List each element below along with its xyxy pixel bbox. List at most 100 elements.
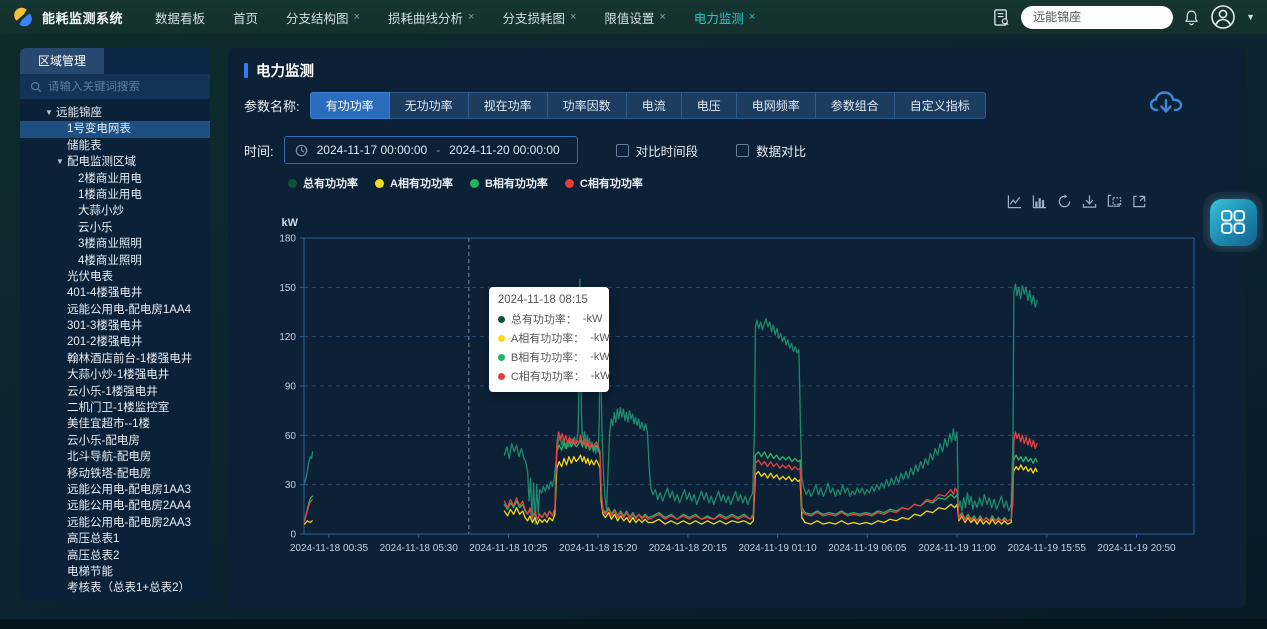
- x-tick-label: 2024-11-18 15:20: [559, 543, 638, 554]
- top-bar: 能耗监测系统 数据看板首页分支结构图×损耗曲线分析×分支损耗图×限值设置×电力监…: [0, 0, 1267, 34]
- legend-item-B相有功功率[interactable]: B相有功功率: [470, 175, 548, 191]
- tree-item[interactable]: 储能表: [20, 138, 210, 154]
- tree-item[interactable]: 1楼商业用电: [20, 187, 210, 203]
- bar-chart-toggle-icon[interactable]: [1032, 194, 1047, 209]
- tree-item[interactable]: ▼配电监测区域: [20, 154, 210, 170]
- checkbox-对比时间段[interactable]: 对比时间段: [616, 141, 699, 160]
- line-chart-toggle-icon[interactable]: [1007, 194, 1022, 209]
- tree-item-label: 云小乐-1楼强电井: [67, 384, 158, 400]
- legend-label: B相有功功率: [485, 175, 548, 191]
- tree-item[interactable]: 201-2楼强电井: [20, 334, 210, 350]
- tree-item[interactable]: 大蒜小炒-1楼强电井: [20, 367, 210, 383]
- tree-item[interactable]: 云小乐-配电房: [20, 433, 210, 449]
- tab-限值设置[interactable]: 限值设置×: [604, 8, 665, 27]
- user-menu-caret-icon[interactable]: ▼: [1246, 12, 1255, 22]
- checkbox-box[interactable]: [736, 144, 749, 157]
- param-button-参数组合[interactable]: 参数组合: [815, 92, 895, 119]
- region-tree: ▼远能锦座1号变电网表储能表▼配电监测区域2楼商业用电1楼商业用电大蒜小炒云小乐…: [20, 99, 210, 597]
- tooltip-row: B相有功功率：-kW: [498, 349, 600, 365]
- tree-item[interactable]: 云小乐-1楼强电井: [20, 384, 210, 400]
- tab-分支损耗图[interactable]: 分支损耗图×: [502, 8, 576, 27]
- bell-icon[interactable]: [1183, 9, 1200, 26]
- param-button-电压[interactable]: 电压: [681, 92, 737, 119]
- legend-item-总有功功率[interactable]: 总有功功率: [288, 175, 358, 191]
- restore-icon[interactable]: [1057, 194, 1072, 209]
- param-button-视在功率[interactable]: 视在功率: [468, 92, 548, 119]
- tree-item[interactable]: 1号变电网表: [20, 121, 210, 137]
- tree-item-label: 高压总表2: [67, 548, 119, 564]
- tree-item[interactable]: 远能公用电-配电房2AA4: [20, 498, 210, 514]
- tree-item[interactable]: 美佳宜超市--1楼: [20, 416, 210, 432]
- tree-item[interactable]: 云小乐: [20, 220, 210, 236]
- param-button-电流[interactable]: 电流: [626, 92, 682, 119]
- apps-menu-button[interactable]: [1210, 199, 1257, 246]
- tree-item-label: 美佳宜超市--1楼: [67, 416, 150, 432]
- param-button-电网频率[interactable]: 电网频率: [736, 92, 816, 119]
- tree-item[interactable]: 远能公用电-配电房1AA4: [20, 302, 210, 318]
- keyword-search-input[interactable]: [48, 81, 202, 93]
- checkbox-box[interactable]: [616, 144, 629, 157]
- data-zoom-icon[interactable]: [1107, 194, 1122, 209]
- report-icon[interactable]: [992, 8, 1011, 27]
- checkbox-数据对比[interactable]: 数据对比: [736, 141, 806, 160]
- tab-close-icon[interactable]: ×: [468, 11, 474, 23]
- date-range-picker[interactable]: 2024-11-17 00:00:00 - 2024-11-20 00:00:0…: [284, 136, 578, 164]
- tree-item[interactable]: 考核表（总表1+总表2）: [20, 580, 210, 596]
- save-image-icon[interactable]: [1082, 194, 1097, 209]
- param-button-自定义指标[interactable]: 自定义指标: [894, 92, 986, 119]
- tab-close-icon[interactable]: ×: [749, 11, 755, 23]
- grid-apps-icon: [1220, 209, 1246, 235]
- tree-item[interactable]: 北斗导航-配电房: [20, 449, 210, 465]
- tab-数据看板[interactable]: 数据看板: [155, 8, 205, 27]
- tree-item[interactable]: 2楼商业用电: [20, 171, 210, 187]
- parameter-row: 参数名称: 有功功率无功功率视在功率功率因数电流电压电网频率参数组合自定义指标: [244, 92, 986, 119]
- tree-expand-caret-icon[interactable]: ▼: [45, 105, 56, 121]
- y-axis-unit: kW: [282, 217, 299, 229]
- legend-item-C相有功功率[interactable]: C相有功功率: [565, 175, 643, 191]
- user-avatar[interactable]: [1210, 4, 1236, 30]
- param-button-有功功率[interactable]: 有功功率: [310, 92, 390, 119]
- tree-item[interactable]: 远能公用电-配电房2AA3: [20, 515, 210, 531]
- legend-item-A相有功功率[interactable]: A相有功功率: [375, 175, 453, 191]
- tree-item-label: 翰林酒店前台-1楼强电井: [67, 351, 192, 367]
- tab-region-management[interactable]: 区域管理: [20, 48, 104, 74]
- tree-item[interactable]: 大蒜小炒: [20, 203, 210, 219]
- tree-item[interactable]: 301-3楼强电井: [20, 318, 210, 334]
- tree-item[interactable]: 远能公用电-配电房1AA3: [20, 482, 210, 498]
- tree-item[interactable]: ▼远能锦座: [20, 105, 210, 121]
- tree-item[interactable]: 4楼商业照明: [20, 253, 210, 269]
- param-button-功率因数[interactable]: 功率因数: [547, 92, 627, 119]
- tree-item[interactable]: 二机门卫-1楼监控室: [20, 400, 210, 416]
- tree-expand-caret-icon[interactable]: ▼: [56, 154, 67, 170]
- tab-close-icon[interactable]: ×: [659, 11, 665, 23]
- power-line-chart[interactable]: 0306090120150180kW2024-11-18 00:352024-1…: [244, 210, 1230, 570]
- zoom-reset-icon[interactable]: [1132, 194, 1147, 209]
- tab-损耗曲线分析[interactable]: 损耗曲线分析×: [388, 8, 474, 27]
- tab-close-icon[interactable]: ×: [354, 11, 360, 23]
- tab-分支结构图[interactable]: 分支结构图×: [286, 8, 360, 27]
- tree-item-label: 201-2楼强电井: [67, 334, 142, 350]
- param-button-无功功率[interactable]: 无功功率: [389, 92, 469, 119]
- series-line-A相有功功率: [305, 521, 313, 524]
- app-logo-icon: [12, 6, 34, 28]
- tree-item[interactable]: 高压总表2: [20, 548, 210, 564]
- tab-close-icon[interactable]: ×: [570, 11, 576, 23]
- tree-item[interactable]: 翰林酒店前台-1楼强电井: [20, 351, 210, 367]
- tree-item[interactable]: 401-4楼强电井: [20, 285, 210, 301]
- tree-item-label: 北斗导航-配电房: [67, 449, 151, 465]
- tree-item[interactable]: 高压总表1: [20, 531, 210, 547]
- tree-item-label: 2楼商业用电: [78, 171, 142, 187]
- tree-item[interactable]: 3楼商业照明: [20, 236, 210, 252]
- tree-item[interactable]: 光伏电表: [20, 269, 210, 285]
- tree-item[interactable]: 电梯节能: [20, 564, 210, 580]
- y-tick-label: 150: [279, 283, 296, 294]
- station-select[interactable]: 远能锦座: [1021, 6, 1173, 29]
- tree-item[interactable]: 移动铁塔-配电房: [20, 466, 210, 482]
- tab-首页[interactable]: 首页: [233, 8, 258, 27]
- range-end-value: 2024-11-20 00:00:00: [449, 143, 560, 157]
- x-tick-label: 2024-11-19 11:00: [918, 543, 996, 554]
- y-tick-label: 180: [279, 234, 296, 245]
- tab-电力监测[interactable]: 电力监测×: [694, 8, 755, 27]
- cloud-download-icon[interactable]: [1148, 88, 1184, 116]
- parameter-button-group: 有功功率无功功率视在功率功率因数电流电压电网频率参数组合自定义指标: [310, 92, 986, 119]
